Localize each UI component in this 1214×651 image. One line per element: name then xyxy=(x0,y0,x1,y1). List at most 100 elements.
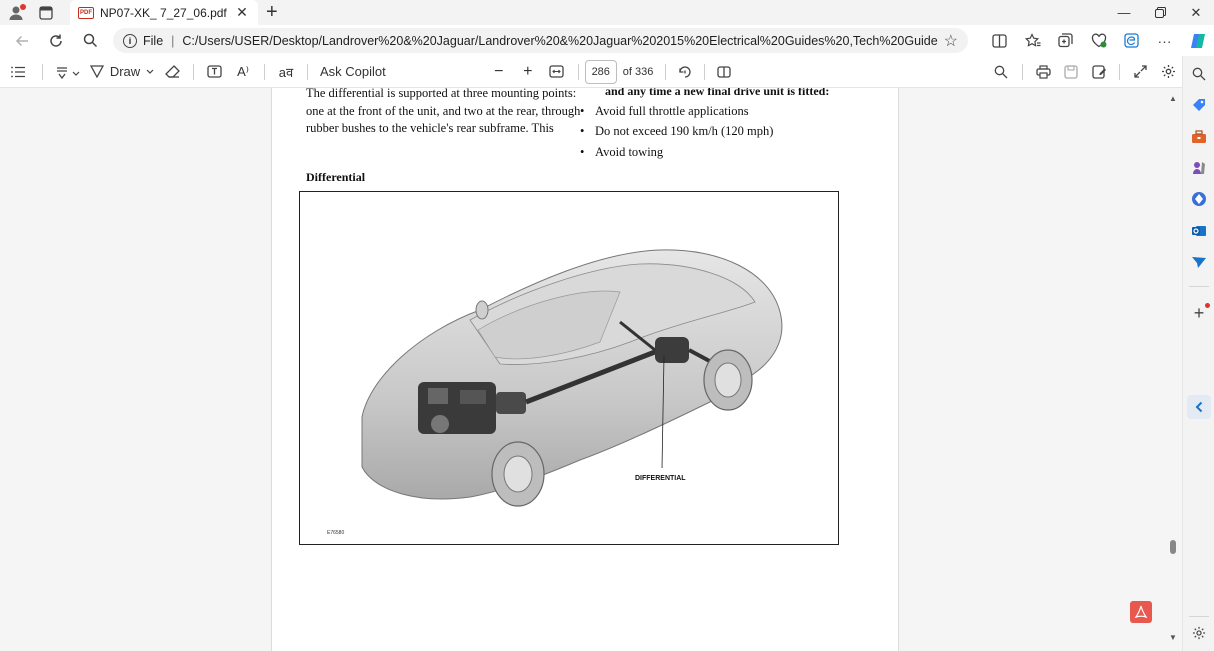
zoom-in-button[interactable]: + xyxy=(514,56,542,88)
scroll-down-arrow-icon[interactable]: ▼ xyxy=(1169,633,1177,642)
info-icon[interactable]: i xyxy=(123,33,137,48)
address-bar[interactable]: i File | C:/Users/USER/Desktop/Landrover… xyxy=(113,28,968,53)
find-button[interactable] xyxy=(986,56,1016,88)
sidebar-shopping-button[interactable] xyxy=(1187,93,1211,117)
search-icon xyxy=(83,33,97,48)
toolbar-divider xyxy=(577,63,579,80)
restore-icon xyxy=(1154,7,1166,18)
refresh-button[interactable] xyxy=(39,25,73,56)
notification-dot xyxy=(20,4,26,10)
tab-actions-button[interactable] xyxy=(32,0,60,25)
pdf-settings-button[interactable] xyxy=(1154,56,1182,88)
bullet-item: • xyxy=(580,124,585,138)
draw-icon xyxy=(89,65,104,78)
full-screen-button[interactable] xyxy=(1126,56,1154,88)
toolbar-divider xyxy=(1119,63,1120,80)
paragraph-line: rubber bushes to the vehicle's rear subf… xyxy=(306,121,554,135)
favorites-button[interactable] xyxy=(1016,25,1049,56)
collections-button[interactable] xyxy=(1049,25,1082,56)
toolbox-icon xyxy=(1192,130,1206,143)
save-icon xyxy=(1064,64,1078,79)
window-controls: — ✕ xyxy=(1106,0,1214,25)
sidebar-settings-button[interactable] xyxy=(1187,621,1211,645)
pdf-viewer[interactable]: The differential is supported at three m… xyxy=(0,88,1182,651)
sidebar-search-button[interactable] xyxy=(1187,62,1211,86)
browser-essentials-button[interactable] xyxy=(1082,25,1115,56)
title-bar: PDF NP07-XK_ 7_27_06.pdf ✕ + — ✕ xyxy=(0,0,1214,25)
profile-button[interactable] xyxy=(0,0,32,25)
close-tab-icon[interactable]: ✕ xyxy=(234,4,250,21)
arrow-left-icon xyxy=(15,35,28,46)
pdf-toolbar: Draw A⁾ aव Ask Copilot − + 286 of 336 xyxy=(0,56,1182,88)
copilot-button[interactable] xyxy=(1181,25,1214,56)
navigation-bar: i File | C:/Users/USER/Desktop/Landrover… xyxy=(0,25,1214,56)
favorite-star-icon[interactable]: ☆ xyxy=(944,31,958,51)
gear-icon xyxy=(1192,626,1206,640)
address-separator: | xyxy=(171,33,175,48)
page-view-button[interactable] xyxy=(711,56,737,88)
toolbar-divider xyxy=(193,63,194,80)
print-button[interactable] xyxy=(1029,56,1057,88)
page-number-input[interactable]: 286 xyxy=(584,59,617,84)
car-illustration xyxy=(361,249,783,507)
tab-active[interactable]: PDF NP07-XK_ 7_27_06.pdf ✕ xyxy=(70,0,258,25)
scroll-thumb[interactable] xyxy=(1170,540,1176,554)
split-screen-button[interactable] xyxy=(983,25,1016,56)
draw-button[interactable]: Draw xyxy=(87,56,157,88)
split-screen-icon xyxy=(992,33,1007,48)
new-tab-button[interactable]: + xyxy=(266,2,278,22)
copilot-icon xyxy=(1190,33,1205,48)
sidebar-games-button[interactable] xyxy=(1187,156,1211,180)
close-window-button[interactable]: ✕ xyxy=(1178,0,1214,25)
pdf-page: The differential is supported at three m… xyxy=(271,88,899,651)
more-options-button[interactable]: ··· xyxy=(1148,25,1181,56)
edge-extension-button[interactable] xyxy=(1115,25,1148,56)
outlook-icon xyxy=(1192,226,1206,236)
list-icon xyxy=(11,66,25,77)
acrobat-button[interactable] xyxy=(1130,601,1152,623)
ask-copilot-button[interactable]: Ask Copilot xyxy=(314,56,392,88)
scroll-up-arrow-icon[interactable]: ▲ xyxy=(1169,94,1177,103)
sidebar-copilot-apps-button[interactable] xyxy=(1187,187,1211,211)
zoom-out-button[interactable]: − xyxy=(484,56,514,88)
edge-extension-icon xyxy=(1124,33,1139,48)
save-button[interactable] xyxy=(1057,56,1085,88)
refresh-icon xyxy=(50,34,62,47)
paper-plane-icon xyxy=(1192,257,1206,268)
toolbar-divider xyxy=(665,63,667,80)
notification-dot xyxy=(1205,303,1210,308)
minimize-button[interactable]: — xyxy=(1106,0,1142,25)
tab-title: NP07-XK_ 7_27_06.pdf xyxy=(100,5,227,20)
rotate-icon xyxy=(679,65,691,78)
vertical-scrollbar[interactable]: ▲ ▼ xyxy=(1130,88,1180,651)
scheme-label: File xyxy=(143,33,164,48)
sidebar-outlook-button[interactable] xyxy=(1187,219,1211,243)
browser-actions: ··· xyxy=(983,25,1214,56)
erase-button[interactable] xyxy=(157,56,187,88)
add-text-button[interactable] xyxy=(200,56,228,88)
highlight-button[interactable] xyxy=(49,56,87,88)
back-button[interactable] xyxy=(5,25,39,56)
sidebar-send-button[interactable] xyxy=(1187,250,1211,274)
tab-actions-icon xyxy=(39,5,53,20)
apps-icon xyxy=(1192,192,1206,206)
save-as-icon xyxy=(1091,64,1106,79)
search-icon xyxy=(1192,67,1206,81)
toolbar-divider xyxy=(704,63,706,80)
url-text[interactable]: C:/Users/USER/Desktop/Landrover%20&%20Ja… xyxy=(182,34,937,48)
sidebar-tools-button[interactable] xyxy=(1187,125,1211,149)
bullet-text: Do not exceed 190 km/h (120 mph) xyxy=(595,124,774,138)
gear-icon xyxy=(1161,65,1175,78)
save-as-button[interactable] xyxy=(1085,56,1113,88)
sidebar-divider xyxy=(1189,286,1209,287)
rotate-button[interactable] xyxy=(672,56,698,88)
search-button[interactable] xyxy=(73,25,107,56)
restore-button[interactable] xyxy=(1142,0,1178,25)
contents-button[interactable] xyxy=(0,56,36,88)
translate-button[interactable]: aव xyxy=(271,56,301,88)
fit-width-button[interactable] xyxy=(542,56,572,88)
sidebar-collapse-button[interactable] xyxy=(1187,395,1211,419)
requirements-heading: and any time a new final drive unit is f… xyxy=(605,88,830,98)
read-aloud-button[interactable]: A⁾ xyxy=(228,56,258,88)
chevron-down-icon xyxy=(146,69,154,74)
